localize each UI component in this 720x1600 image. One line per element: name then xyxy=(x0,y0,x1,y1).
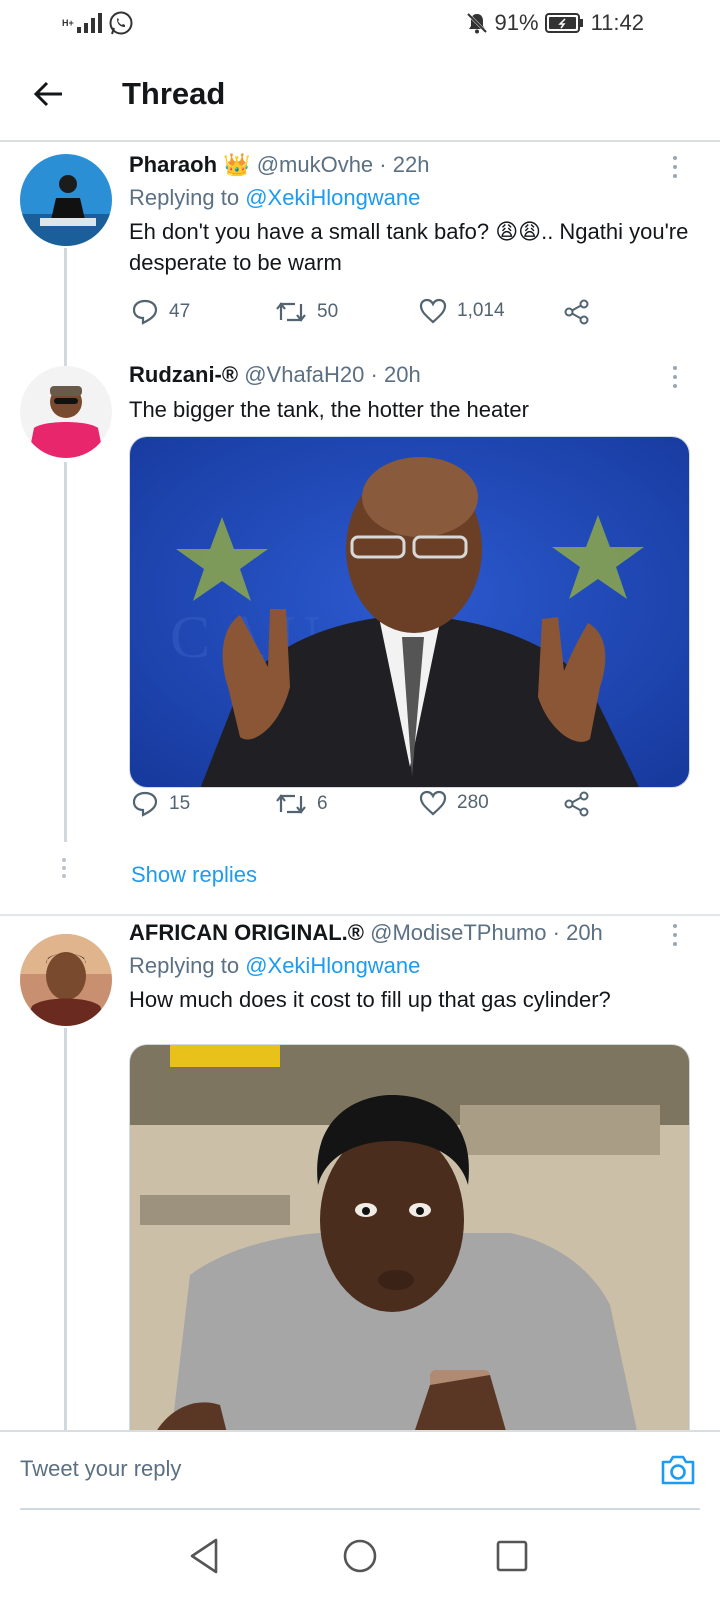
replying-to-label: Replying to xyxy=(129,953,246,978)
avatar[interactable] xyxy=(20,366,112,458)
tweet-text: Eh don't you have a small tank bafo? 😩😩.… xyxy=(129,219,689,275)
user-handle[interactable]: @mukOvhe xyxy=(257,152,373,177)
whatsapp-icon xyxy=(109,11,133,35)
retweet-button[interactable]: 6 xyxy=(275,790,328,818)
bell-off-icon xyxy=(466,12,487,34)
avatar-photo xyxy=(20,366,112,458)
tweet-body: Rudzani-® @VhafaH20 · 20h The bigger the… xyxy=(129,358,690,908)
tweet-image-photo: C A U xyxy=(130,437,689,787)
show-replies-link[interactable]: Show replies xyxy=(131,862,257,888)
tweet-header: Pharaoh 👑 @mukOvhe · 22h xyxy=(129,148,690,182)
tweet-header: AFRICAN ORIGINAL.® @ModiseTPhumo · 20h xyxy=(129,916,690,950)
triangle-back-icon xyxy=(190,1538,218,1574)
battery-icon xyxy=(544,13,583,33)
retweet-icon xyxy=(276,302,306,322)
user-handle[interactable]: @VhafaH20 xyxy=(244,362,364,387)
crown-emoji: 👑 xyxy=(223,152,251,177)
timestamp: · 20h xyxy=(370,362,421,387)
avatar[interactable] xyxy=(20,154,112,246)
like-button[interactable]: 280 xyxy=(419,790,489,816)
display-name[interactable]: AFRICAN ORIGINAL.® xyxy=(129,920,364,945)
heart-icon xyxy=(419,298,447,324)
nav-home-button[interactable] xyxy=(338,1534,382,1578)
clock: 11:42 xyxy=(590,10,644,35)
reply-count: 15 xyxy=(169,793,191,814)
tweet[interactable]: Pharaoh 👑 @mukOvhe · 22h Replying to @Xe… xyxy=(0,142,720,362)
avatar-photo xyxy=(20,934,112,1026)
thread-line xyxy=(64,358,67,366)
tweet-actions: 47 50 1,014 xyxy=(129,298,629,334)
nav-recents-button[interactable] xyxy=(490,1534,534,1578)
tweet-text: The bigger the tank, the hotter the heat… xyxy=(129,397,529,422)
tweet-actions: 15 6 280 xyxy=(129,790,629,826)
heart-icon xyxy=(419,790,447,816)
like-count: 1,014 xyxy=(457,300,505,321)
camera-icon xyxy=(661,1455,695,1485)
tweet-body: Pharaoh 👑 @mukOvhe · 22h Replying to @Xe… xyxy=(129,148,690,358)
reply-button[interactable]: 47 xyxy=(131,298,190,326)
timestamp: · 20h xyxy=(552,920,603,945)
circle-home-icon xyxy=(343,1539,377,1573)
avatar-photo xyxy=(20,154,112,246)
thread-line xyxy=(64,248,67,362)
share-icon xyxy=(564,299,589,325)
compose-underline xyxy=(20,1508,700,1510)
reply-compose-bar: Tweet your reply xyxy=(0,1430,720,1510)
more-options-button[interactable] xyxy=(660,362,690,392)
network-type: H+ xyxy=(62,17,74,28)
nav-back-button[interactable] xyxy=(184,1534,228,1578)
battery-percent: 91% xyxy=(494,10,539,35)
more-options-button[interactable] xyxy=(660,920,690,950)
replying-to-handle[interactable]: @XekiHlongwane xyxy=(245,953,420,978)
user-handle[interactable]: @ModiseTPhumo xyxy=(370,920,546,945)
share-icon xyxy=(564,791,589,817)
tweet[interactable]: Rudzani-® @VhafaH20 · 20h The bigger the… xyxy=(0,358,720,908)
tweet-image[interactable]: C A U xyxy=(129,436,690,788)
replying-to-label: Replying to xyxy=(129,185,246,210)
reply-button[interactable]: 15 xyxy=(131,790,190,818)
reply-input[interactable]: Tweet your reply xyxy=(20,1456,181,1482)
avatar[interactable] xyxy=(20,934,112,1026)
display-name[interactable]: Rudzani-® xyxy=(129,362,238,387)
page-title: Thread xyxy=(122,76,226,111)
retweet-count: 50 xyxy=(317,301,339,322)
tweet-body: AFRICAN ORIGINAL.® @ModiseTPhumo · 20h R… xyxy=(129,916,690,1444)
tweet-text: How much does it cost to fill up that ga… xyxy=(129,987,611,1012)
replying-to: Replying to @XekiHlongwane xyxy=(129,950,690,982)
more-options-button[interactable] xyxy=(660,152,690,182)
thread-gap-dots xyxy=(62,858,66,878)
arrow-left-icon xyxy=(33,81,62,107)
status-bar: H+ 91% 11:42 xyxy=(0,0,720,50)
thread-line xyxy=(64,1028,67,1430)
replying-to-handle[interactable]: @XekiHlongwane xyxy=(245,185,420,210)
retweet-button[interactable]: 50 xyxy=(275,298,338,326)
replying-to: Replying to @XekiHlongwane xyxy=(129,182,690,214)
square-recents-icon xyxy=(496,1540,528,1572)
back-button[interactable] xyxy=(28,74,68,114)
app-header: Thread xyxy=(0,50,720,142)
like-button[interactable]: 1,014 xyxy=(419,298,505,324)
like-count: 280 xyxy=(457,792,489,813)
share-button[interactable] xyxy=(563,790,591,818)
retweet-count: 6 xyxy=(317,793,328,814)
reply-count: 47 xyxy=(169,301,191,322)
status-left: H+ xyxy=(62,10,134,36)
tweet-header: Rudzani-® @VhafaH20 · 20h xyxy=(129,358,690,392)
status-right: 91% 11:42 xyxy=(465,10,644,36)
signal-icon xyxy=(77,13,102,33)
reply-icon xyxy=(132,791,158,817)
share-button[interactable] xyxy=(563,298,591,326)
system-nav-bar xyxy=(0,1512,720,1600)
camera-button[interactable] xyxy=(658,1450,698,1490)
display-name[interactable]: Pharaoh xyxy=(129,152,217,177)
tweet[interactable]: AFRICAN ORIGINAL.® @ModiseTPhumo · 20h R… xyxy=(0,916,720,1444)
retweet-icon xyxy=(276,794,306,814)
timestamp: · 22h xyxy=(379,152,430,177)
reply-icon xyxy=(132,299,158,325)
thread-line xyxy=(64,462,67,842)
tweet-image-photo xyxy=(130,1045,689,1444)
tweet-image[interactable] xyxy=(129,1044,690,1444)
